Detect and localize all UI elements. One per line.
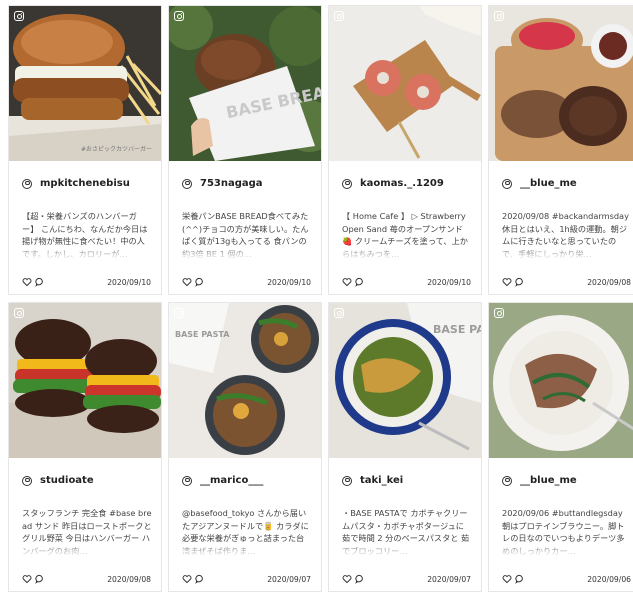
post-caption: スタッフランチ 完全食 #base bread サンド 昨日はローストポークとグ… (22, 508, 152, 557)
heart-icon[interactable] (182, 574, 192, 584)
photo-overlay-text: BASE PASTA (433, 323, 481, 336)
post-date: 2020/09/08 (587, 277, 631, 287)
post-image[interactable] (489, 303, 633, 458)
heart-icon[interactable] (502, 277, 512, 287)
username: __marico___ (200, 475, 264, 486)
post-author[interactable]: __blue_me (502, 178, 577, 189)
post-date: 2020/09/07 (427, 574, 471, 584)
comment-icon[interactable] (35, 277, 45, 287)
post-footer: 2020/09/10 (342, 277, 471, 287)
heart-icon[interactable] (342, 574, 352, 584)
post-date: 2020/09/08 (107, 574, 151, 584)
heart-icon[interactable] (22, 574, 32, 584)
post-date: 2020/09/07 (267, 574, 311, 584)
post-author[interactable]: __blue_me (502, 475, 577, 486)
post-date: 2020/09/06 (587, 574, 631, 584)
post-author[interactable]: studioate (22, 475, 94, 486)
post-footer: 2020/09/10 (182, 277, 311, 287)
post-caption: 2020/09/06 #buttandlegsday 朝はプロテインブラウニー。… (502, 507, 632, 557)
instagram-icon (334, 11, 344, 21)
username: __blue_me (520, 475, 577, 486)
username: __blue_me (520, 178, 577, 189)
post-author[interactable]: __marico___ (182, 475, 263, 486)
post-date: 2020/09/10 (427, 277, 471, 287)
comment-icon[interactable] (355, 574, 365, 584)
post-caption: 2020/09/08 #backandarmsday 休日とはいえ、1h級の運動… (502, 210, 632, 260)
username: mpkitchenebisu (40, 178, 130, 189)
post-caption: @basefood_tokyo さんから届いたアジアンヌードルで🥫 カラダに必要… (182, 507, 312, 557)
post-card[interactable]: BASE PASTA __marico___ @basefood_tokyo さ… (168, 302, 322, 592)
user-icon (502, 178, 512, 189)
post-footer: 2020/09/08 (22, 574, 151, 584)
instagram-icon (174, 308, 184, 318)
post-image[interactable] (489, 6, 633, 161)
heart-icon[interactable] (502, 574, 512, 584)
post-author[interactable]: mpkitchenebisu (22, 178, 130, 189)
username: 753nagaga (200, 178, 263, 189)
post-image[interactable]: #おさピックカツバーガー (9, 6, 161, 161)
instagram-icon (494, 308, 504, 318)
user-icon (22, 475, 32, 486)
instagram-icon (14, 11, 24, 21)
post-image[interactable]: BASE PASTA (329, 303, 481, 458)
comment-icon[interactable] (35, 574, 45, 584)
comment-icon[interactable] (355, 277, 365, 287)
photo-overlay-text: #おさピックカツバーガー (81, 145, 152, 153)
instagram-icon (174, 11, 184, 21)
instagram-icon (14, 308, 24, 318)
post-card[interactable]: BASE PASTA taki_kei ・BASE PASTAで カボチャクリー… (328, 302, 482, 592)
heart-icon[interactable] (182, 277, 192, 287)
post-card[interactable]: BASE BREAD 753nagaga 栄養パンBASE BREAD食べてみた… (168, 5, 322, 295)
heart-icon[interactable] (22, 277, 32, 287)
comment-icon[interactable] (195, 574, 205, 584)
username: studioate (40, 475, 94, 486)
user-icon (182, 178, 192, 189)
post-footer: 2020/09/07 (342, 574, 471, 584)
post-image[interactable]: BASE PASTA (169, 303, 321, 458)
comment-icon[interactable] (515, 277, 525, 287)
post-card[interactable]: __blue_me 2020/09/08 #backandarmsday 休日と… (488, 5, 633, 295)
post-footer: 2020/09/06 (502, 574, 631, 584)
user-icon (342, 475, 352, 486)
post-card[interactable]: studioate スタッフランチ 完全食 #base bread サンド 昨日… (8, 302, 162, 592)
photo-overlay-text: BASE PASTA (175, 330, 230, 339)
instagram-feed-grid: #おさピックカツバーガー mpkitchenebisu 【超・栄養バンズのハンバ… (0, 0, 633, 594)
post-caption: 【 Home Cafe 】 ▷ Strawberry Open Sand 苺のオ… (342, 210, 472, 260)
post-date: 2020/09/10 (107, 277, 151, 287)
post-date: 2020/09/10 (267, 277, 311, 287)
post-card[interactable]: kaomas._.1209 【 Home Cafe 】 ▷ Strawberry… (328, 5, 482, 295)
user-icon (182, 475, 192, 486)
post-image[interactable]: BASE BREAD (169, 6, 321, 161)
post-author[interactable]: kaomas._.1209 (342, 178, 444, 189)
instagram-icon (494, 11, 504, 21)
instagram-icon (334, 308, 344, 318)
username: kaomas._.1209 (360, 178, 444, 189)
comment-icon[interactable] (515, 574, 525, 584)
post-image[interactable] (329, 6, 481, 161)
post-author[interactable]: taki_kei (342, 475, 403, 486)
post-caption: 【超・栄養バンズのハンバーガー】 こんにちわ、なんだか今日は揚げ物が無性に食べた… (22, 210, 152, 260)
post-author[interactable]: 753nagaga (182, 178, 263, 189)
user-icon (502, 475, 512, 486)
user-icon (22, 178, 32, 189)
post-footer: 2020/09/08 (502, 277, 631, 287)
post-image[interactable] (9, 303, 161, 458)
post-caption: 栄養パンBASE BREAD食べてみた(^^)チョコの方が美味しい。たんぱく質が… (182, 210, 312, 260)
post-footer: 2020/09/10 (22, 277, 151, 287)
user-icon (342, 178, 352, 189)
username: taki_kei (360, 475, 404, 486)
post-caption: ・BASE PASTAで カボチャクリームパスタ・カボチャポタージュに 茹で時間… (342, 507, 472, 557)
post-card[interactable]: #おさピックカツバーガー mpkitchenebisu 【超・栄養バンズのハンバ… (8, 5, 162, 295)
post-footer: 2020/09/07 (182, 574, 311, 584)
post-card[interactable]: __blue_me 2020/09/06 #buttandlegsday 朝はプ… (488, 302, 633, 592)
comment-icon[interactable] (195, 277, 205, 287)
heart-icon[interactable] (342, 277, 352, 287)
